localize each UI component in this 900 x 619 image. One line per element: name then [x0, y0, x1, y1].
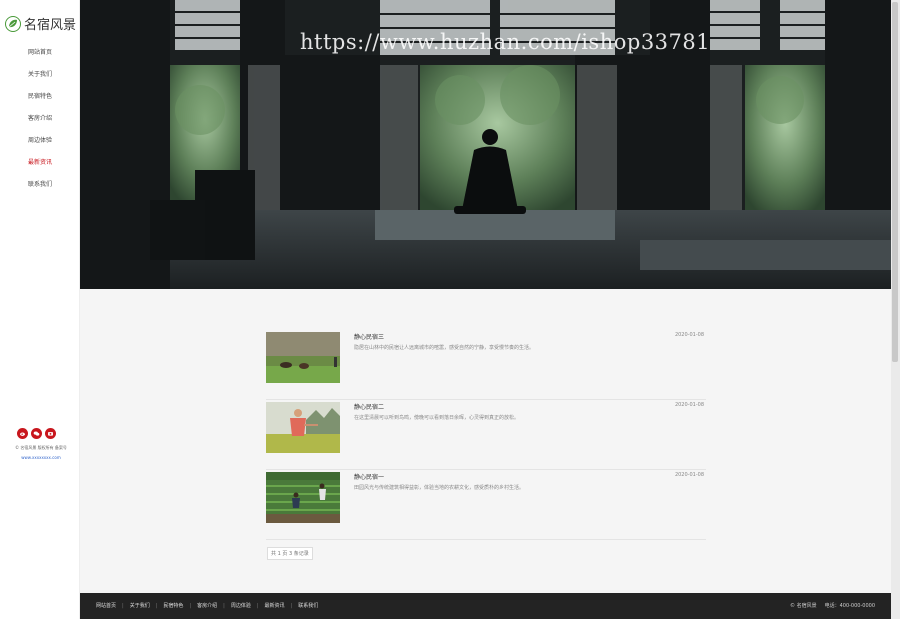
footer-separator: |	[223, 602, 225, 609]
article-title[interactable]: 静心民宿二	[354, 402, 384, 411]
camera-icon[interactable]	[45, 428, 56, 439]
nav-item-news[interactable]: 最新资讯	[28, 158, 52, 180]
wechat-icon[interactable]	[31, 428, 42, 439]
footer-link-features[interactable]: 民宿特色	[163, 602, 183, 609]
scrollbar-thumb[interactable]	[892, 2, 898, 362]
hero-banner: https://www.huzhan.com/ishop33781	[80, 0, 891, 289]
article-title[interactable]: 静心民宿一	[354, 472, 384, 481]
footer-link-rooms[interactable]: 客房介绍	[197, 602, 217, 609]
footer-link-experience[interactable]: 周边体验	[231, 602, 251, 609]
sidebar-copyright: © 名宿风景 版权所有 备案号	[15, 445, 67, 450]
footer-separator: |	[122, 602, 124, 609]
article-thumbnail[interactable]	[266, 332, 340, 383]
footer-link-about[interactable]: 关于我们	[130, 602, 150, 609]
leaf-logo-icon	[5, 15, 21, 32]
article-summary: 在这里清晨可以听到鸟鸣，傍晚可以看到落日余晖，心灵得到真正的放松。	[354, 415, 520, 421]
nav-item-home[interactable]: 网站首页	[28, 48, 52, 70]
article-thumbnail[interactable]	[266, 402, 340, 453]
article-thumbnail[interactable]	[266, 472, 340, 523]
footer-link-contact[interactable]: 联系我们	[298, 602, 318, 609]
list-item[interactable]: 静心民宿一 2020-01-08 田园风光与传统建筑相得益彰，体验当地的农耕文化…	[266, 470, 706, 540]
page-scrollbar[interactable]	[891, 0, 900, 619]
logo[interactable]: 名宿风景	[5, 14, 76, 33]
sidebar-link[interactable]: www.xxxxxxxx.com	[8, 455, 74, 460]
footer-separator: |	[155, 602, 158, 609]
main-nav: 网站首页 关于我们 民宿特色 客房介绍 周边体验 最新资讯 联系我们	[28, 48, 52, 202]
footer: 网站首页 | 关于我们 | 民宿特色 | 客房介绍 | 周边体验 | 最新资讯 …	[80, 593, 891, 619]
footer-phone: 电话：400-000-0000	[824, 603, 875, 609]
social-links	[17, 428, 56, 439]
article-date: 2020-01-08	[674, 332, 704, 338]
footer-nav: 网站首页 | 关于我们 | 民宿特色 | 客房介绍 | 周边体验 | 最新资讯 …	[96, 602, 318, 610]
article-title[interactable]: 静心民宿三	[354, 332, 384, 341]
nav-item-experience[interactable]: 周边体验	[28, 136, 52, 158]
article-list: 静心民宿三 2020-01-08 隐居在山林中的民宿让人远离城市的喧嚣，感受自然…	[266, 330, 706, 540]
footer-separator: |	[189, 602, 192, 609]
sidebar: 名宿风景 网站首页 关于我们 民宿特色 客房介绍 周边体验 最新资讯 联系我们 …	[0, 0, 80, 619]
pagination-info: 共 1 页 3 条记录	[267, 547, 313, 560]
list-item[interactable]: 静心民宿二 2020-01-08 在这里清晨可以听到鸟鸣，傍晚可以看到落日余晖，…	[266, 400, 706, 470]
article-summary: 隐居在山林中的民宿让人远离城市的喧嚣，感受自然的宁静，享受慢节奏的生活。	[354, 345, 535, 351]
nav-item-about[interactable]: 关于我们	[28, 70, 52, 92]
nav-item-contact[interactable]: 联系我们	[28, 180, 52, 202]
footer-separator: |	[290, 602, 293, 609]
footer-link-news[interactable]: 最新资讯	[265, 602, 285, 609]
weibo-icon[interactable]	[17, 428, 28, 439]
footer-link-home[interactable]: 网站首页	[96, 602, 116, 609]
nav-item-features[interactable]: 民宿特色	[28, 92, 52, 114]
brand-name: 名宿风景	[24, 18, 77, 33]
article-summary: 田园风光与传统建筑相得益彰，体验当地的农耕文化，感受质朴的乡村生活。	[354, 485, 525, 491]
nav-item-rooms[interactable]: 客房介绍	[28, 114, 52, 136]
article-date: 2020-01-08	[674, 472, 704, 478]
footer-info: © 名宿风景 电话：400-000-0000	[790, 602, 875, 609]
article-date: 2020-01-08	[674, 402, 704, 408]
watermark-text: https://www.huzhan.com/ishop33781	[300, 30, 711, 54]
footer-separator: |	[256, 602, 259, 609]
list-item[interactable]: 静心民宿三 2020-01-08 隐居在山林中的民宿让人远离城市的喧嚣，感受自然…	[266, 330, 706, 400]
footer-copyright: © 名宿风景	[789, 603, 817, 609]
